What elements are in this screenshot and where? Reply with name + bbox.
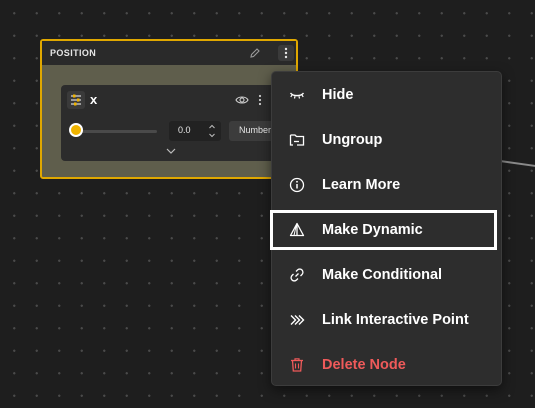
info-icon <box>289 177 305 193</box>
node-more-options-icon[interactable] <box>278 45 294 61</box>
variable-card: x 0.0 Number <box>61 85 285 161</box>
menu-item-make-dynamic[interactable]: Make Dynamic <box>270 210 497 250</box>
menu-item-label: Delete Node <box>322 357 406 373</box>
menu-item-label: Learn More <box>322 177 401 193</box>
link-icon <box>290 268 304 282</box>
sliders-icon <box>67 91 85 109</box>
trash-icon <box>291 358 303 372</box>
menu-item-hide[interactable]: Hide <box>272 77 501 113</box>
menu-item-learn-more[interactable]: Learn More <box>272 167 501 203</box>
context-menu: Hide Ungroup Learn More Make Dynamic Mak… <box>270 71 502 386</box>
value-input[interactable]: 0.0 <box>169 121 221 141</box>
variable-more-options-icon[interactable] <box>256 92 264 108</box>
menu-item-label: Make Conditional <box>322 267 443 283</box>
menu-item-label: Link Interactive Point <box>322 312 469 328</box>
value-slider-thumb[interactable] <box>69 123 83 137</box>
double-chevron-right-icon <box>290 315 305 325</box>
menu-item-label: Hide <box>322 87 354 103</box>
menu-item-ungroup[interactable]: Ungroup <box>272 122 501 158</box>
position-node[interactable]: POSITION x 0.0 Number <box>40 39 298 179</box>
node-title: POSITION <box>50 48 97 58</box>
node-header[interactable]: POSITION <box>42 41 296 65</box>
chevron-down-icon[interactable] <box>165 146 177 156</box>
ungroup-icon <box>289 134 305 146</box>
menu-item-link-interactive-point[interactable]: Link Interactive Point <box>272 302 501 338</box>
menu-item-delete-node[interactable]: Delete Node <box>272 347 501 383</box>
value-text: 0.0 <box>178 125 191 135</box>
pencil-icon[interactable] <box>248 46 262 60</box>
menu-item-label: Make Dynamic <box>322 222 423 238</box>
menu-item-label: Ungroup <box>322 132 383 148</box>
type-select-value: Number <box>239 125 272 135</box>
value-slider-track[interactable] <box>77 130 157 133</box>
value-stepper-icon[interactable] <box>207 122 217 140</box>
menu-item-make-conditional[interactable]: Make Conditional <box>272 257 501 293</box>
variable-name[interactable]: x <box>90 92 97 107</box>
connector-edge <box>499 160 535 168</box>
dynamic-triangle-icon <box>289 222 305 237</box>
eye-closed-icon <box>289 92 305 99</box>
eye-icon[interactable] <box>235 93 249 107</box>
